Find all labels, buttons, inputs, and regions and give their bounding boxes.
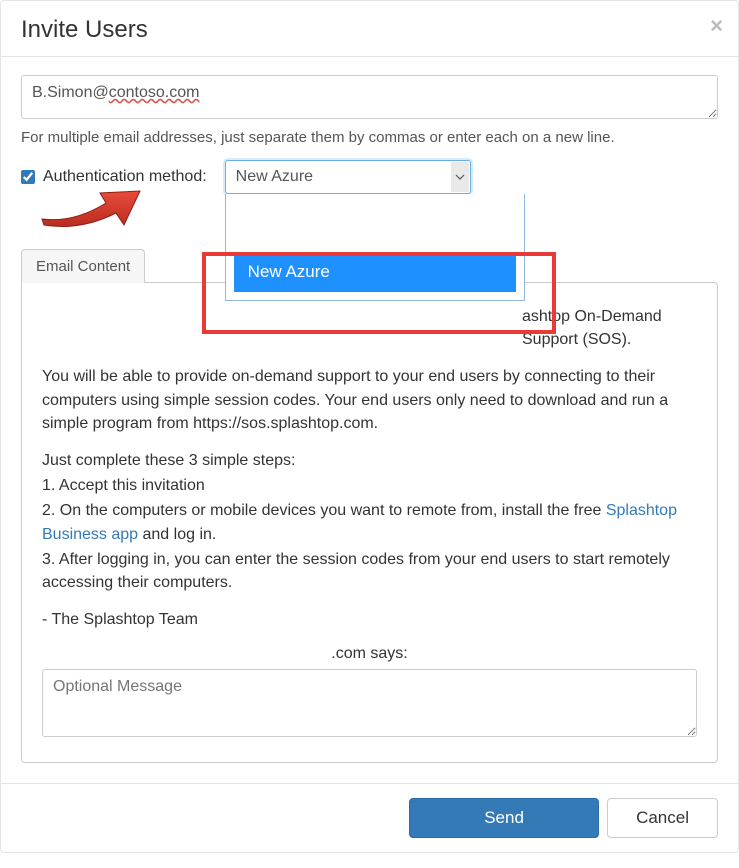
content-p3: Just complete these 3 simple steps: — [42, 449, 697, 472]
send-button[interactable]: Send — [409, 798, 599, 838]
cancel-button[interactable]: Cancel — [607, 798, 718, 838]
com-says-label: .com says: — [42, 645, 697, 663]
content-p1: ashtop On-Demand Support (SOS). — [42, 305, 697, 351]
content-step2: 2. On the computers or mobile devices yo… — [42, 499, 697, 545]
modal-body: B.Simon@contoso.com For multiple email a… — [1, 57, 738, 783]
email-input[interactable] — [21, 75, 718, 119]
email-input-wrap: B.Simon@contoso.com — [21, 75, 718, 124]
auth-checkbox[interactable] — [21, 170, 35, 184]
modal-title: Invite Users — [21, 16, 718, 44]
auth-select-value: New Azure — [236, 168, 313, 186]
content-signoff: - The Splashtop Team — [42, 608, 697, 631]
email-hint: For multiple email addresses, just separ… — [21, 129, 718, 146]
chevron-down-icon — [451, 162, 469, 192]
auth-label: Authentication method: — [43, 168, 207, 186]
content-step3: 3. After logging in, you can enter the s… — [42, 548, 697, 594]
close-icon[interactable]: × — [710, 13, 723, 39]
email-content-panel: ashtop On-Demand Support (SOS). You will… — [21, 282, 718, 763]
modal-footer: Send Cancel — [1, 783, 738, 852]
invite-users-modal: Invite Users × B.Simon@contoso.com For m… — [0, 0, 739, 853]
modal-header: Invite Users × — [1, 1, 738, 57]
auth-method-row: Authentication method: New Azure New Azu… — [21, 160, 718, 194]
content-p2: You will be able to provide on-demand su… — [42, 365, 697, 435]
auth-select-wrap: New Azure New Azure — [225, 160, 471, 194]
content-step1: 1. Accept this invitation — [42, 474, 697, 497]
tab-email-content[interactable]: Email Content — [21, 249, 145, 283]
auth-dropdown: New Azure — [225, 194, 525, 301]
auth-select[interactable]: New Azure — [225, 160, 471, 194]
optional-message-input[interactable] — [42, 669, 697, 737]
dropdown-option-new-azure[interactable]: New Azure — [234, 252, 516, 292]
